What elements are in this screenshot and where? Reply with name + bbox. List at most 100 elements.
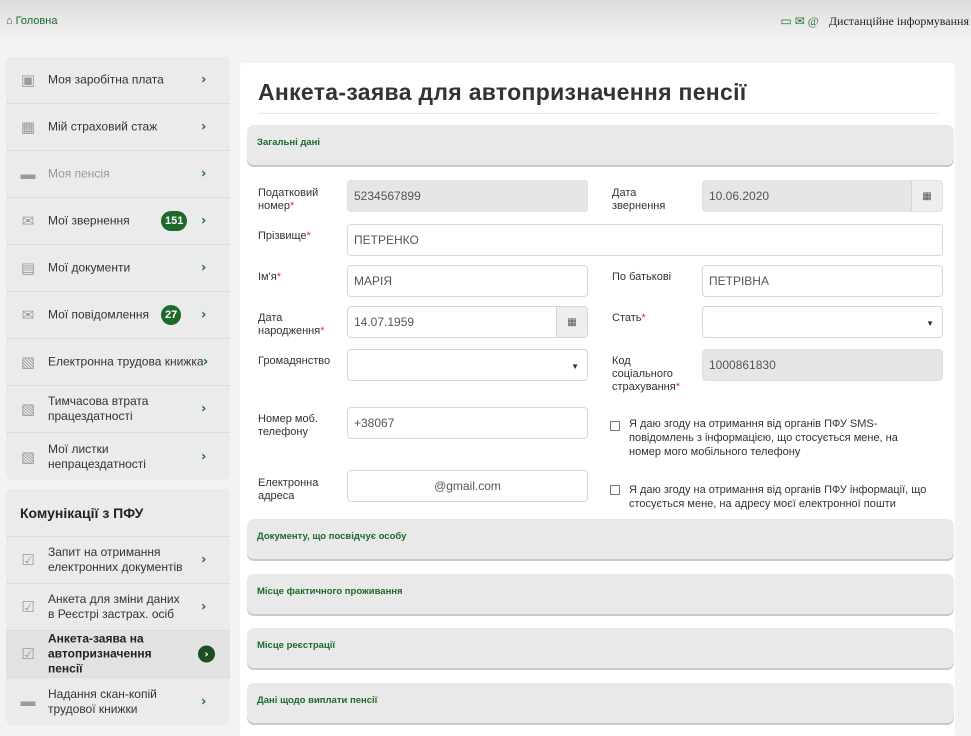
wallet-icon: ▣ [20,72,36,89]
chevron-right-icon: › [201,260,207,276]
monitor-icon: ▭ [780,14,792,28]
chevron-right-icon: › [201,599,207,615]
request-date-label: Дата звернення [612,187,666,212]
tax-number-label: Податковий номер* [258,187,319,212]
chevron-right-icon: › [201,694,207,709]
section-title: Місце фактичного проживання [257,586,403,597]
count-badge: 151 [161,211,188,231]
communications-menu: Комунікації з ПФУ ☑ Запит на отримання е… [6,489,230,725]
home-icon: ⌂ [6,15,13,27]
sidebar-item-auto-pension[interactable]: ☑ Анкета-заява на автопризначення пенсії… [6,631,230,678]
section-pension-payment[interactable]: Дані щодо виплати пенсії [247,683,954,723]
at-icon: @ [807,14,819,28]
consent-sms-text: Я даю згоду на отримання від органів ПФУ… [629,418,898,458]
caret-down-icon: ▼ [571,362,579,371]
sidebar-item-employment-book-scans[interactable]: ▬ Надання скан-копій трудової книжки › [6,678,230,725]
sidebar-item-employment-book[interactable]: ▧ Електронна трудова книжка › [6,339,230,386]
page-title: Анкета-заява для автопризначення пенсії [258,79,747,105]
request-date-field[interactable]: 10.06.2020 ▦ [702,180,943,212]
sidebar-item-label: Анкета-заява на автопризначення пенсії [48,631,152,676]
consent-email-checkbox[interactable] [610,485,620,495]
sidebar: ▣ Моя заробітна плата › ▦ Мій страховий … [6,57,230,725]
section-title: Документу, що посвідчує особу [257,531,407,542]
section-actual-residence[interactable]: Місце фактичного проживання [247,574,954,614]
calendar-icon[interactable]: ▦ [556,307,587,337]
section-identity-document[interactable]: Документу, що посвідчує особу [247,519,954,559]
patronymic-field[interactable]: ПЕТРІВНА [702,265,943,297]
checkbox-icon: ☑ [21,552,35,569]
top-bar: ⌂ Головна ▭ ✉ @ Дистанційне інформування [0,0,971,44]
sidebar-item-label: Тимчасова втрата працездатності [48,394,149,423]
home-link-label: Головна [15,15,58,27]
chevron-right-circle-icon: › [198,645,215,663]
sidebar-item-label: Надання скан-копій трудової книжки [48,686,157,716]
section-title: Місце реєстрації [257,640,336,651]
chevron-right-icon: › [201,213,207,229]
cabinet-menu: ▣ Моя заробітна плата › ▦ Мій страховий … [6,57,230,480]
chevron-right-icon: › [201,119,207,135]
sidebar-item-appeals[interactable]: ✉ Мої звернення 151 › [6,198,230,245]
email-field[interactable]: @gmail.com [347,470,588,502]
email-label: Електронна адреса [258,477,319,502]
sidebar-item-insurance-record[interactable]: ▦ Мій страховий стаж › [6,104,230,151]
sidebar-item-label: Мої листки непрацездатності [48,441,146,471]
sex-label: Стать* [612,312,646,324]
first-name-field[interactable]: МАРІЯ [347,265,588,297]
consent-email-text: Я даю згоду на отримання від органів ПФУ… [629,484,927,510]
social-code-label: Код соціального страхування* [612,355,680,393]
phone-field[interactable]: +38067 [347,407,588,439]
remote-notification[interactable]: ▭ ✉ @ Дистанційне інформування [780,14,969,29]
sex-select[interactable]: ▼ [702,306,943,338]
tax-number-field[interactable]: 5234567899 [347,180,588,212]
folder-icon: ▬ [20,165,36,183]
checkbox-icon: ☑ [21,646,35,663]
birth-date-field[interactable]: 14.07.1959 ▦ [347,306,588,338]
section-general[interactable]: Загальні дані [247,125,954,165]
book-icon: ▧ [20,354,36,371]
citizenship-label: Громадянство [258,355,331,367]
surname-label: Прізвище* [258,230,311,242]
chevron-right-icon: › [201,72,207,88]
checkbox-icon: ☑ [21,599,35,616]
patronymic-label: По батькові [612,271,672,283]
sidebar-item-label: Мій страховий стаж [48,119,158,134]
first-name-label: Ім'я* [258,271,281,283]
chevron-right-icon: › [201,449,207,464]
sidebar-item-salary[interactable]: ▣ Моя заробітна плата › [6,57,230,104]
envelope-icon: ✉ [21,213,35,230]
chevron-right-icon: › [201,552,207,568]
sidebar-item-messages[interactable]: ✉ Мої повідомлення 27 › [6,292,230,339]
chevron-right-icon: › [203,354,209,370]
sidebar-item-electronic-docs-request[interactable]: ☑ Запит на отримання електронних докумен… [6,537,230,584]
section-title: Дані щодо виплати пенсії [257,695,378,706]
remote-notification-label: Дистанційне інформування [828,14,969,28]
chevron-right-icon: › [201,307,207,323]
consent-sms-checkbox[interactable] [610,421,620,431]
section-title: Загальні дані [257,137,321,148]
social-code-field[interactable]: 1000861830 [702,349,943,381]
sidebar-item-pension[interactable]: ▬ Моя пенсія › [6,151,230,198]
communications-title: Комунікації з ПФУ [6,489,230,537]
main-panel: Анкета-заява для автопризначення пенсії … [240,63,955,736]
breadcrumb-home[interactable]: ⌂ Головна [6,15,57,27]
sidebar-item-temporary-disability[interactable]: ▧ Тимчасова втрата працездатності › [6,386,230,433]
sidebar-item-registry-update[interactable]: ☑ Анкета для зміни даних в Реєстрі застр… [6,584,230,631]
divider [258,113,939,114]
sidebar-item-label: Моя заробітна плата [48,72,164,87]
calendar-icon[interactable]: ▦ [911,181,942,211]
sidebar-item-label: Електронна трудова книжка [48,354,204,369]
message-icon: ✉ [21,307,35,324]
sidebar-item-label: Мої документи [48,260,131,275]
book-icon: ▧ [20,401,36,418]
section-registration[interactable]: Місце реєстрації [247,628,954,668]
surname-field[interactable]: ПЕТРЕНКО [347,224,943,256]
birth-date-label: Дата народження* [258,312,325,337]
sidebar-item-documents[interactable]: ▤ Мої документи › [6,245,230,292]
caret-down-icon: ▼ [926,319,934,328]
calendar-icon: ▦ [20,119,36,136]
folder-icon: ▬ [20,693,36,710]
phone-label: Номер моб. телефону [258,413,318,438]
book-icon: ▧ [20,448,36,466]
sidebar-item-sick-leave[interactable]: ▧ Мої листки непрацездатності › [6,433,230,480]
citizenship-select[interactable]: ▼ [347,349,588,381]
